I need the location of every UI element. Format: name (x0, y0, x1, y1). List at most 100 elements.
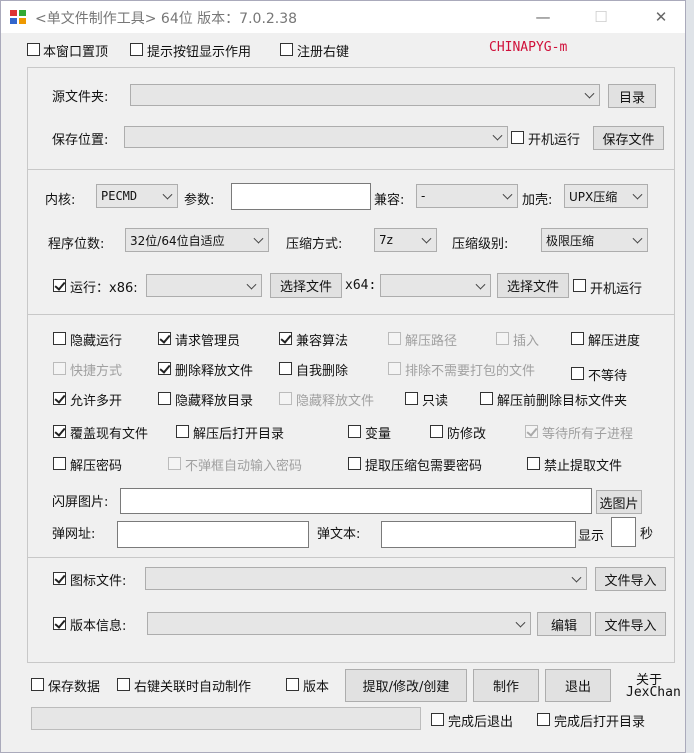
divider (28, 314, 674, 315)
kernel-value: PECMD (101, 189, 138, 203)
chevron-down-icon (502, 189, 513, 200)
popup-url-label: 弹网址: (52, 527, 96, 542)
need-password-label: 提取压缩包需要密码 (365, 459, 483, 474)
compress-method-value: 7z (379, 233, 393, 247)
version-info-label: 版本信息: (70, 619, 127, 634)
show-tips-checkbox[interactable] (130, 43, 143, 56)
params-input[interactable] (231, 183, 371, 210)
extract-progress-checkbox[interactable] (571, 332, 584, 345)
shell-combo[interactable]: UPX压缩 (564, 184, 648, 208)
compat-algo-checkbox[interactable] (279, 332, 292, 345)
self-delete-checkbox[interactable] (279, 362, 292, 375)
kernel-combo[interactable]: PECMD (96, 184, 178, 208)
allow-multi-checkbox[interactable] (53, 392, 66, 405)
request-admin-checkbox[interactable] (158, 332, 171, 345)
exit-button[interactable]: 退出 (545, 669, 611, 702)
chevron-down-icon (492, 130, 503, 141)
author-link[interactable]: JexChan (626, 685, 681, 700)
exclude-pack-label: 排除不需要打包的文件 (405, 364, 536, 379)
compress-level-value: 极限压缩 (546, 233, 595, 248)
compress-method-combo[interactable]: 7z (374, 228, 437, 252)
compat-combo[interactable]: - (416, 184, 518, 208)
extract-password-label: 解压密码 (70, 459, 123, 474)
version-info-checkbox[interactable] (53, 617, 66, 630)
source-folder-combo[interactable] (130, 84, 600, 106)
chevron-down-icon (421, 233, 432, 244)
stay-on-top-checkbox[interactable] (27, 43, 40, 56)
version-info-combo[interactable] (147, 612, 531, 635)
chevron-down-icon (632, 233, 643, 244)
readonly-checkbox[interactable] (405, 392, 418, 405)
hide-run-label: 隐藏运行 (70, 334, 123, 349)
run-checkbox[interactable] (53, 279, 66, 292)
icon-file-combo[interactable] (145, 567, 587, 590)
brand-label: CHINAPYG-m (489, 40, 568, 55)
choose-file-x86-button[interactable]: 选择文件 (270, 273, 342, 298)
show-seconds-input[interactable] (611, 517, 636, 547)
save-data-checkbox[interactable] (31, 678, 44, 691)
save-location-combo[interactable] (124, 126, 508, 148)
anti-modify-label: 防修改 (447, 427, 487, 442)
variable-checkbox[interactable] (348, 425, 361, 438)
delete-release-checkbox[interactable] (158, 362, 171, 375)
delete-target-before-label: 解压前删除目标文件夹 (497, 394, 628, 409)
minimize-icon[interactable]: — (533, 7, 553, 27)
allow-multi-label: 允许多开 (70, 394, 123, 409)
show-tips-label: 提示按钮显示作用 (147, 45, 252, 60)
boot-run-checkbox[interactable] (573, 279, 586, 292)
hide-release-dir-checkbox[interactable] (158, 392, 171, 405)
version-checkbox[interactable] (286, 678, 299, 691)
anti-modify-checkbox[interactable] (430, 425, 443, 438)
auto-make-checkbox[interactable] (117, 678, 130, 691)
chevron-down-icon (162, 189, 173, 200)
overwrite-label: 覆盖现有文件 (70, 427, 149, 442)
x64-label: x64: (345, 278, 377, 293)
kernel-label: 内核: (45, 193, 76, 208)
request-admin-label: 请求管理员 (175, 334, 241, 349)
open-after-checkbox[interactable] (537, 713, 550, 726)
splash-image-input[interactable] (120, 488, 592, 514)
hide-release-file-checkbox (279, 392, 292, 405)
make-button[interactable]: 制作 (473, 669, 539, 702)
forbid-extract-checkbox[interactable] (527, 457, 540, 470)
shortcut-label: 快捷方式 (70, 364, 123, 379)
version-import-button[interactable]: 文件导入 (595, 612, 666, 636)
popup-url-input[interactable] (117, 521, 309, 548)
overwrite-checkbox[interactable] (53, 425, 66, 438)
edit-button[interactable]: 编辑 (537, 612, 591, 636)
open-dir-after-checkbox[interactable] (176, 425, 189, 438)
params-label: 参数: (184, 193, 215, 208)
progress-bar (31, 707, 421, 730)
run-x64-combo[interactable] (380, 274, 491, 297)
maximize-icon: ☐ (594, 8, 608, 26)
exit-after-checkbox[interactable] (431, 713, 444, 726)
shortcut-checkbox (53, 362, 66, 375)
no-wait-checkbox[interactable] (571, 367, 584, 380)
version-label: 版本 (303, 680, 330, 695)
compress-level-combo[interactable]: 极限压缩 (541, 228, 648, 252)
app-icon (10, 10, 26, 24)
delete-target-before-checkbox[interactable] (480, 392, 493, 405)
run-x86-combo[interactable] (146, 274, 262, 297)
popup-text-input[interactable] (381, 521, 576, 548)
chevron-down-icon (253, 233, 264, 244)
directory-button[interactable]: 目录 (608, 84, 656, 108)
close-icon[interactable]: ✕ (651, 7, 671, 27)
hide-release-file-label: 隐藏释放文件 (296, 394, 375, 409)
show-label: 显示 (578, 529, 605, 544)
hide-run-checkbox[interactable] (53, 332, 66, 345)
choose-file-x64-button[interactable]: 选择文件 (497, 273, 569, 298)
bits-combo[interactable]: 32位/64位自适应 (125, 228, 269, 252)
register-context-label: 注册右键 (297, 45, 350, 60)
extract-path-checkbox (388, 332, 401, 345)
choose-image-button[interactable]: 选图片 (596, 490, 642, 514)
extract-modify-create-button[interactable]: 提取/修改/创建 (345, 669, 467, 702)
boot-run-save-checkbox[interactable] (511, 131, 524, 144)
icon-import-button[interactable]: 文件导入 (595, 567, 666, 591)
save-file-button[interactable]: 保存文件 (593, 126, 664, 150)
auto-make-label: 右键关联时自动制作 (134, 680, 252, 695)
extract-password-checkbox[interactable] (53, 457, 66, 470)
register-context-checkbox[interactable] (280, 43, 293, 56)
need-password-checkbox[interactable] (348, 457, 361, 470)
icon-file-checkbox[interactable] (53, 572, 66, 585)
